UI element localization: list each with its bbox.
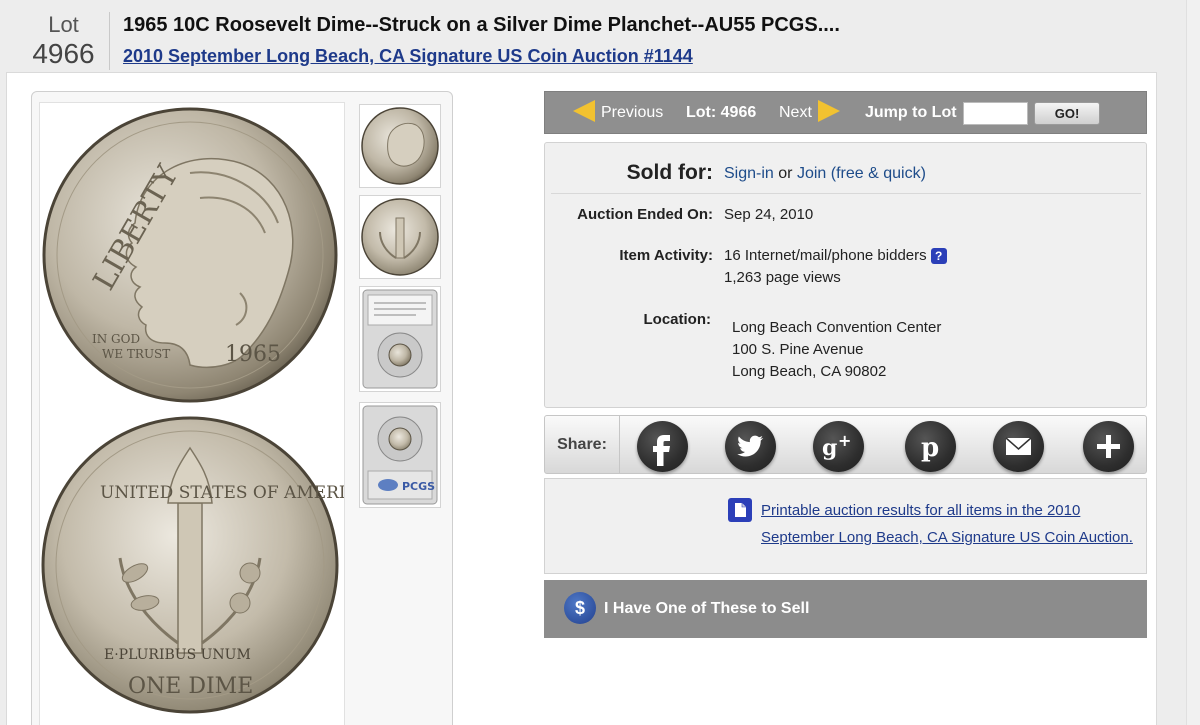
- lot-navigation: Previous Lot: 4966 Next Jump to Lot GO!: [544, 91, 1147, 134]
- info-divider: [551, 193, 1141, 194]
- thumbnail-reverse-image: [361, 198, 439, 276]
- facebook-icon: [653, 435, 670, 466]
- auction-ended-label: Auction Ended On:: [577, 206, 713, 223]
- dollar-icon: $: [564, 592, 596, 624]
- coin-photo: LIBERTY IN GOD WE TRUST 1965 UNITED STAT…: [41, 107, 372, 714]
- lot-number-box: Lot 4966: [18, 12, 110, 70]
- previous-lot-link[interactable]: Previous: [573, 92, 663, 135]
- reverse-coin: UNITED STATES OF AMERICA E·PLURIBUS UNUM…: [41, 416, 372, 714]
- thumbnail-reverse[interactable]: [359, 195, 441, 279]
- lot-info-box: Sold for: Sign-in or Join (free & quick)…: [544, 142, 1147, 408]
- svg-text:p: p: [921, 433, 939, 463]
- sold-for-label: Sold for:: [626, 161, 713, 184]
- share-label: Share:: [545, 416, 620, 473]
- twitter-icon: [737, 435, 764, 457]
- go-button[interactable]: GO!: [1034, 102, 1100, 125]
- thumbnail-slab-back[interactable]: PCGS: [359, 402, 441, 508]
- next-label: Next: [779, 104, 812, 121]
- share-bar: Share: g + p: [544, 415, 1147, 474]
- help-icon[interactable]: ?: [930, 248, 947, 265]
- lot-header: Lot 4966 1965 10C Roosevelt Dime--Struck…: [0, 0, 1200, 72]
- slab-label: PCGS: [402, 480, 435, 493]
- auction-ended-value: Sep 24, 2010: [724, 206, 814, 223]
- lot-title: 1965 10C Roosevelt Dime--Struck on a Sil…: [123, 14, 840, 36]
- reverse-motto: E·PLURIBUS UNUM: [104, 647, 251, 663]
- obverse-coin: LIBERTY IN GOD WE TRUST 1965: [42, 107, 338, 403]
- sold-for-value: Sign-in or Join (free & quick): [724, 165, 926, 183]
- facebook-share-button[interactable]: [637, 421, 688, 472]
- sell-yours-button[interactable]: $ I Have One of These to Sell: [544, 580, 1147, 638]
- reverse-country-text: UNITED STATES OF AMERICA: [100, 483, 344, 503]
- main-coin-image[interactable]: LIBERTY IN GOD WE TRUST 1965 UNITED STAT…: [39, 102, 372, 725]
- printable-results-box: Printable auction results for all items …: [544, 478, 1147, 574]
- svg-text:+: +: [838, 431, 851, 450]
- current-lot: Lot: 4966: [686, 104, 757, 121]
- next-lot-link[interactable]: Next: [779, 92, 840, 135]
- location-line-2: 100 S. Pine Avenue: [732, 341, 864, 358]
- plus-icon: [1097, 435, 1120, 458]
- obverse-motto-2: WE TRUST: [102, 347, 170, 361]
- join-link[interactable]: Join (free & quick): [797, 165, 926, 182]
- jump-to-lot-input[interactable]: [963, 102, 1028, 125]
- lot-label: Lot: [48, 12, 79, 37]
- more-share-button[interactable]: [1083, 421, 1134, 472]
- thumbnail-obverse[interactable]: [359, 104, 441, 188]
- printable-link-line-2: September Long Beach, CA Signature US Co…: [761, 529, 1133, 546]
- jump-to-lot-label: Jump to Lot: [865, 104, 957, 121]
- printable-link-line-1: Printable auction results for all items …: [761, 502, 1081, 519]
- google-plus-share-button[interactable]: g +: [813, 421, 864, 472]
- thumbnail-slab-back-image: PCGS: [362, 405, 438, 505]
- sign-in-link[interactable]: Sign-in: [724, 165, 774, 182]
- document-icon: [728, 498, 752, 522]
- reverse-denomination: ONE DIME: [128, 674, 253, 699]
- page-scrollbar[interactable]: [1186, 0, 1200, 725]
- location-label: Location:: [643, 311, 712, 328]
- page: Lot 4966 1965 10C Roosevelt Dime--Struck…: [0, 0, 1200, 725]
- obverse-motto-1: IN GOD: [92, 332, 140, 346]
- email-icon: [1005, 437, 1032, 455]
- sell-label: I Have One of These to Sell: [604, 600, 810, 617]
- location-line-1: Long Beach Convention Center: [732, 319, 942, 336]
- item-activity-bidders: 16 Internet/mail/phone bidders?: [724, 247, 947, 265]
- thumbnail-slab-front-image: [362, 289, 438, 389]
- svg-text:g: g: [822, 435, 837, 461]
- arrow-right-icon: [817, 100, 840, 123]
- google-plus-icon: g +: [822, 431, 851, 461]
- lot-number: 4966: [32, 38, 95, 69]
- pinterest-share-button[interactable]: p: [905, 421, 956, 472]
- printable-results-link[interactable]: Printable auction results for all items …: [761, 497, 1141, 551]
- bidders-count: 16 Internet/mail/phone bidders: [724, 247, 927, 264]
- item-activity-views: 1,263 page views: [724, 269, 841, 286]
- email-share-button[interactable]: [993, 421, 1044, 472]
- previous-label: Previous: [601, 104, 664, 121]
- twitter-share-button[interactable]: [725, 421, 776, 472]
- or-text: or: [778, 165, 793, 182]
- auction-link[interactable]: 2010 September Long Beach, CA Signature …: [123, 46, 693, 67]
- location-line-3: Long Beach, CA 90802: [732, 363, 887, 380]
- thumbnail-slab-front[interactable]: [359, 286, 441, 392]
- arrow-left-icon: [573, 100, 595, 123]
- pinterest-icon: p: [921, 433, 939, 463]
- thumbnail-obverse-image: [361, 107, 439, 185]
- image-gallery: LIBERTY IN GOD WE TRUST 1965 UNITED STAT…: [31, 91, 453, 725]
- obverse-date: 1965: [225, 342, 281, 367]
- item-activity-label: Item Activity:: [619, 247, 713, 264]
- main-content: LIBERTY IN GOD WE TRUST 1965 UNITED STAT…: [6, 72, 1157, 725]
